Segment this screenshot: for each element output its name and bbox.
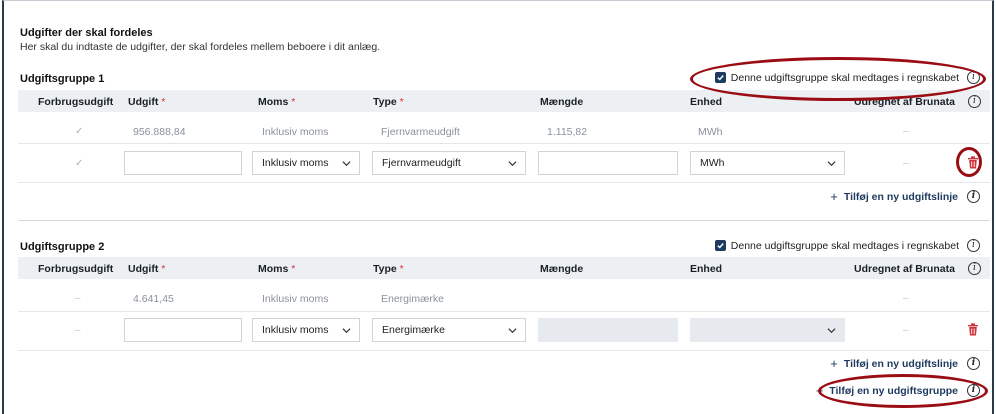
row-2-udgift: 4.641,45 <box>133 293 174 305</box>
type-select-value: Fjernvarmeudgift <box>382 157 461 169</box>
col-moms-label: Moms <box>258 263 289 275</box>
info-icon[interactable]: i <box>967 357 980 370</box>
trash-icon[interactable] <box>967 323 979 336</box>
group-divider <box>18 220 990 221</box>
col-type: Type * <box>373 263 404 275</box>
chevron-down-icon <box>508 161 517 167</box>
col-type: Type * <box>373 96 404 108</box>
group-1-title: Udgiftsgruppe 1 <box>20 73 105 85</box>
section-title: Udgifter der skal fordeles <box>20 27 153 39</box>
edit-1-udregnet: – <box>903 158 909 169</box>
add-line-label: Tilføj en ny udgiftslinje <box>843 190 958 203</box>
udgift-input[interactable] <box>124 151 242 175</box>
enhed-select <box>690 318 845 342</box>
checkbox-checked-icon[interactable] <box>714 240 726 251</box>
col-forbrugsudgift: Forbrugsudgift <box>38 96 114 108</box>
info-icon[interactable]: i <box>968 95 981 108</box>
chevron-down-icon <box>827 161 836 167</box>
group-2-add-line-button[interactable]: + Tilføj en ny udgiftslinje i <box>830 356 980 371</box>
row-divider <box>18 143 990 144</box>
row-1-udgift: 956.888,84 <box>133 126 186 138</box>
chevron-down-icon <box>342 161 351 167</box>
plus-icon: + <box>830 356 838 371</box>
required-mark: * <box>161 263 166 275</box>
group-2-include-label: Denne udgiftsgruppe skal medtages i regn… <box>730 239 959 252</box>
required-mark: * <box>291 263 296 275</box>
edit-1-forbrugsudgift: ✓ <box>75 158 84 169</box>
maengde-input <box>538 318 678 342</box>
annotation-ellipse-trash <box>956 147 982 177</box>
row-1-moms: Inklusiv moms <box>262 126 329 138</box>
annotation-ellipse-include-checkbox <box>690 57 986 101</box>
required-mark: * <box>399 263 404 275</box>
add-line-label: Tilføj en ny udgiftslinje <box>843 357 958 370</box>
group-1-add-line-button[interactable]: + Tilføj en ny udgiftslinje i <box>830 189 980 204</box>
chevron-down-icon <box>827 328 836 334</box>
row-1-type: Fjernvarmeudgift <box>381 126 460 138</box>
moms-select-value: Inklusiv moms <box>262 324 329 336</box>
col-moms: Moms * <box>258 263 295 275</box>
group-2-include-toggle[interactable]: Denne udgiftsgruppe skal medtages i regn… <box>714 239 980 252</box>
type-select[interactable]: Energimærke <box>372 318 526 342</box>
row-2-moms: Inklusiv moms <box>262 293 329 305</box>
chevron-down-icon <box>342 328 351 334</box>
info-icon[interactable]: i <box>967 239 980 252</box>
required-mark: * <box>161 96 166 108</box>
udgift-input[interactable] <box>124 318 242 342</box>
moms-select-value: Inklusiv moms <box>262 157 329 169</box>
required-mark: * <box>291 96 296 108</box>
annotation-ellipse-add-group <box>818 374 988 408</box>
moms-select[interactable]: Inklusiv moms <box>252 318 360 342</box>
row-1-udregnet: – <box>903 126 909 137</box>
row-1-enhed: MWh <box>698 126 723 138</box>
section-intro: Her skal du indtaste de udgifter, der sk… <box>20 41 381 53</box>
col-moms-label: Moms <box>258 96 289 108</box>
col-udgift-label: Udgift <box>128 263 159 275</box>
edit-2-udregnet: – <box>903 325 909 336</box>
col-udgift: Udgift * <box>128 96 165 108</box>
edit-2-forbrugsudgift: – <box>75 325 81 336</box>
col-udgift-label: Udgift <box>128 96 159 108</box>
info-icon[interactable]: i <box>968 262 981 275</box>
plus-icon: + <box>830 189 838 204</box>
col-maengde: Mængde <box>540 263 584 275</box>
row-2-udregnet: – <box>903 293 909 304</box>
row-divider <box>18 311 990 312</box>
col-udregnet: Udregnet af Brunata <box>854 263 955 275</box>
col-type-label: Type <box>373 263 397 275</box>
col-enhed: Enhed <box>690 96 723 108</box>
row-1-maengde: 1.115,82 <box>547 126 588 138</box>
maengde-input[interactable] <box>538 151 678 175</box>
row-divider <box>18 182 990 183</box>
moms-select[interactable]: Inklusiv moms <box>252 151 360 175</box>
required-mark: * <box>399 96 404 108</box>
col-enhed: Enhed <box>690 263 723 275</box>
enhed-select[interactable]: MWh <box>690 151 845 175</box>
info-icon[interactable]: i <box>967 190 980 203</box>
row-2-type: Energimærke <box>381 293 445 305</box>
row-2-forbrugsudgift: – <box>75 293 81 304</box>
col-type-label: Type <box>373 96 397 108</box>
col-maengde: Mængde <box>540 96 584 108</box>
group-2-title: Udgiftsgruppe 2 <box>20 241 105 253</box>
type-select[interactable]: Fjernvarmeudgift <box>372 151 526 175</box>
chevron-down-icon <box>508 328 517 334</box>
row-1-forbrugsudgift: ✓ <box>75 126 84 137</box>
type-select-value: Energimærke <box>382 324 446 336</box>
col-udgift: Udgift * <box>128 263 165 275</box>
row-divider <box>18 350 990 351</box>
col-moms: Moms * <box>258 96 295 108</box>
col-forbrugsudgift: Forbrugsudgift <box>38 263 114 275</box>
enhed-select-value: MWh <box>700 157 725 169</box>
